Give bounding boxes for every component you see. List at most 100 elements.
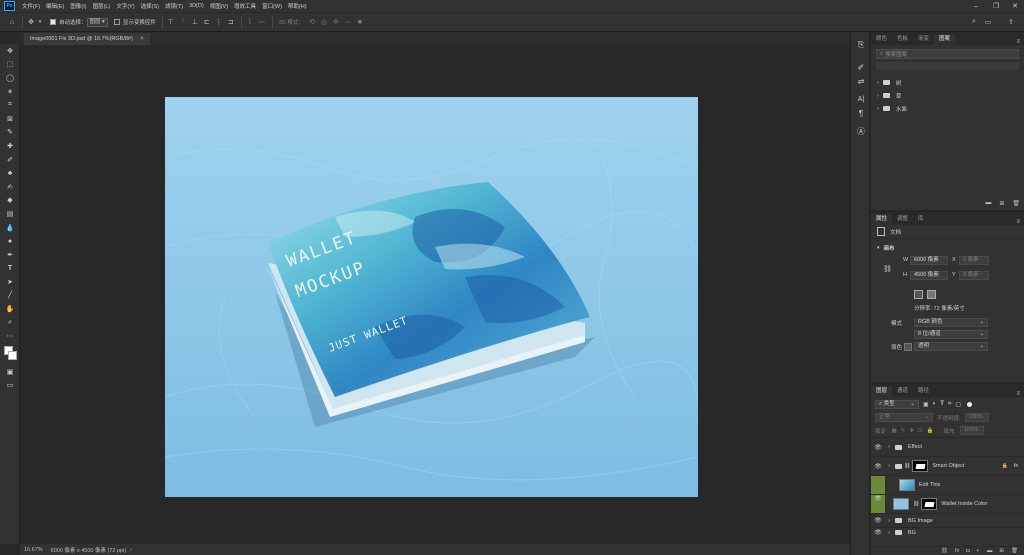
adjustment-layer-icon[interactable]: ◐ xyxy=(977,548,980,554)
chain-icon[interactable]: ⛓ xyxy=(904,463,910,469)
menu-layer[interactable]: 图层(L) xyxy=(90,2,114,10)
auto-select-option[interactable]: 自动选择： 图层 ▾ xyxy=(50,17,108,27)
gradient-tool-icon[interactable]: ▤ xyxy=(0,207,20,221)
y-field[interactable]: 0 像素 xyxy=(959,271,989,280)
opacity-field[interactable]: 100% xyxy=(964,413,989,422)
glyphs-icon[interactable]: Ⓐ xyxy=(851,124,871,138)
menu-image[interactable]: 图像(I) xyxy=(67,2,89,10)
fill-swatch[interactable] xyxy=(904,342,912,351)
align-vcenter-icon[interactable]: ⫶ xyxy=(179,18,187,26)
eye-icon[interactable]: 👁 xyxy=(871,444,885,451)
layer-row-edit-this[interactable]: Edit This xyxy=(871,475,1024,494)
lock-all-icon[interactable]: 🔒 xyxy=(927,428,934,434)
new-group-icon[interactable]: ▬ xyxy=(987,548,993,554)
align-left-icon[interactable]: ⊏ xyxy=(203,18,211,26)
tab-adjustments[interactable]: 调整 xyxy=(892,214,913,225)
pattern-group-water[interactable]: › 水面 xyxy=(871,102,1024,115)
show-transform-option[interactable]: 显示变换控件 xyxy=(113,18,156,26)
lock-pixels-icon[interactable]: ▦ xyxy=(892,428,897,434)
menu-select[interactable]: 选择(S) xyxy=(138,2,162,10)
share-icon[interactable]: ⇪ xyxy=(1007,18,1015,26)
eye-icon[interactable]: 👁 xyxy=(871,463,885,470)
auto-select-dropdown[interactable]: 图层 ▾ xyxy=(86,17,108,27)
distribute-icon[interactable]: ⁞ xyxy=(246,18,254,26)
new-layer-icon[interactable]: ⊞ xyxy=(999,548,1004,554)
maximize-icon[interactable]: ❐ xyxy=(988,0,1004,12)
lock-artboard-icon[interactable]: ⊡ xyxy=(918,428,923,434)
adjust-icon[interactable]: ⇌ xyxy=(851,74,871,88)
filter-type-icon[interactable]: T xyxy=(940,401,944,407)
menu-file[interactable]: 文件(F) xyxy=(19,2,43,10)
layer-mask-thumbnail[interactable] xyxy=(912,460,929,472)
panel-menu-icon[interactable]: ≡ xyxy=(1016,219,1020,225)
tab-libraries[interactable]: 库 xyxy=(913,214,929,225)
3d-camera-icon[interactable]: ■ xyxy=(356,18,364,26)
eyedropper-tool-icon[interactable]: ✎ xyxy=(0,126,20,140)
quick-mask-icon[interactable]: ▣ xyxy=(0,365,20,379)
menu-filter[interactable]: 滤镜(T) xyxy=(162,2,186,10)
tab-gradients[interactable]: 渐变 xyxy=(913,34,934,45)
fill-field[interactable]: 100% xyxy=(959,426,984,435)
3d-slide-icon[interactable]: ⇔ xyxy=(344,18,352,26)
type-tool-icon[interactable]: T xyxy=(0,262,20,276)
portrait-orientation-icon[interactable] xyxy=(914,290,923,299)
filter-pixel-icon[interactable]: ▣ xyxy=(923,401,929,408)
more-tools-icon[interactable]: ⋯ xyxy=(0,329,20,343)
document-canvas[interactable]: WALLET MOCKUP JUST WALLET xyxy=(165,97,698,497)
menu-help[interactable]: 帮助(H) xyxy=(285,2,310,10)
filter-shape-icon[interactable]: ⌗ xyxy=(948,401,951,408)
pen-tool-icon[interactable]: ✒ xyxy=(0,248,20,262)
chevron-right-icon[interactable]: › xyxy=(885,530,893,536)
lasso-tool-icon[interactable]: ◯ xyxy=(0,71,20,85)
mode-dropdown[interactable]: RGB 颜色 ⌄ xyxy=(914,318,988,327)
chevron-right-icon[interactable]: › xyxy=(877,106,879,112)
magic-wand-tool-icon[interactable]: ✶ xyxy=(0,85,20,99)
blend-mode-dropdown[interactable]: 正常 ⌄ xyxy=(875,413,933,422)
lock-paint-icon[interactable]: ✎ xyxy=(901,428,906,434)
brush-settings-icon[interactable]: ✐ xyxy=(851,60,871,74)
pattern-search[interactable]: ⌕ 搜索图案 xyxy=(876,49,1019,59)
screen-mode-icon[interactable]: ▭ xyxy=(0,379,20,393)
menu-window[interactable]: 窗口(W) xyxy=(259,2,285,10)
3d-roll-icon[interactable]: ◎ xyxy=(320,18,328,26)
eraser-tool-icon[interactable]: ◆ xyxy=(0,194,20,208)
filter-smart-icon[interactable]: ▢ xyxy=(955,401,961,408)
chevron-down-icon[interactable]: ▾ xyxy=(36,18,44,26)
delete-icon[interactable]: 🗑 xyxy=(1012,200,1020,207)
frame-tool-icon[interactable]: ⊠ xyxy=(0,112,20,126)
delete-layer-icon[interactable]: 🗑 xyxy=(1011,548,1018,554)
height-field[interactable]: 4500 像素 xyxy=(910,271,948,280)
chevron-right-icon[interactable]: › xyxy=(885,444,893,450)
filter-adjust-icon[interactable]: ◐ xyxy=(933,401,937,407)
layer-row-wallet-inside-color[interactable]: 👁 ⛓ Wallet Inside Color xyxy=(871,494,1024,513)
layer-row-bg[interactable]: 👁 › BG xyxy=(871,527,1024,537)
fx-badge[interactable]: fx xyxy=(1014,463,1018,469)
width-field[interactable]: 6000 像素 xyxy=(910,256,948,265)
3d-pan-icon[interactable]: ✢ xyxy=(332,18,340,26)
background-color-swatch[interactable] xyxy=(8,351,17,361)
tab-swatches[interactable]: 色板 xyxy=(892,34,913,45)
link-layers-icon[interactable]: ⛓ xyxy=(941,548,948,554)
layer-row-smart-object[interactable]: 👁 › ⛓ Smart Object 🔒 fx xyxy=(871,456,1024,475)
chevron-right-icon[interactable]: › xyxy=(885,518,893,524)
tab-paths[interactable]: 路径 xyxy=(913,386,934,397)
chevron-right-icon[interactable]: › xyxy=(877,80,879,86)
blur-tool-icon[interactable]: 💧 xyxy=(0,221,20,235)
smart-object-thumbnail[interactable] xyxy=(899,479,915,491)
tab-layers[interactable]: 图层 xyxy=(871,386,893,397)
brush-tool-icon[interactable]: ✐ xyxy=(0,153,20,167)
minimize-icon[interactable]: – xyxy=(968,0,984,12)
document-info[interactable]: 6000 像素 x 4500 像素 (72 ppi) xyxy=(51,546,127,554)
collapse-icon[interactable]: ▾ xyxy=(877,245,880,251)
menu-type[interactable]: 文字(Y) xyxy=(113,2,137,10)
status-menu-icon[interactable]: › xyxy=(130,547,132,553)
hand-tool-icon[interactable]: ✋ xyxy=(0,302,20,316)
stamp-tool-icon[interactable]: ♣ xyxy=(0,166,20,180)
fill-dropdown[interactable]: 透明 ⌄ xyxy=(914,342,988,351)
layer-row-effect[interactable]: 👁 › Effect xyxy=(871,437,1024,456)
auto-select-checkbox[interactable] xyxy=(50,19,56,25)
close-tab-icon[interactable]: × xyxy=(140,36,143,42)
align-hcenter-icon[interactable]: ⋮ xyxy=(215,18,223,26)
history-brush-tool-icon[interactable]: ✍ xyxy=(0,180,20,194)
paragraph-icon[interactable]: ¶ xyxy=(851,106,871,120)
